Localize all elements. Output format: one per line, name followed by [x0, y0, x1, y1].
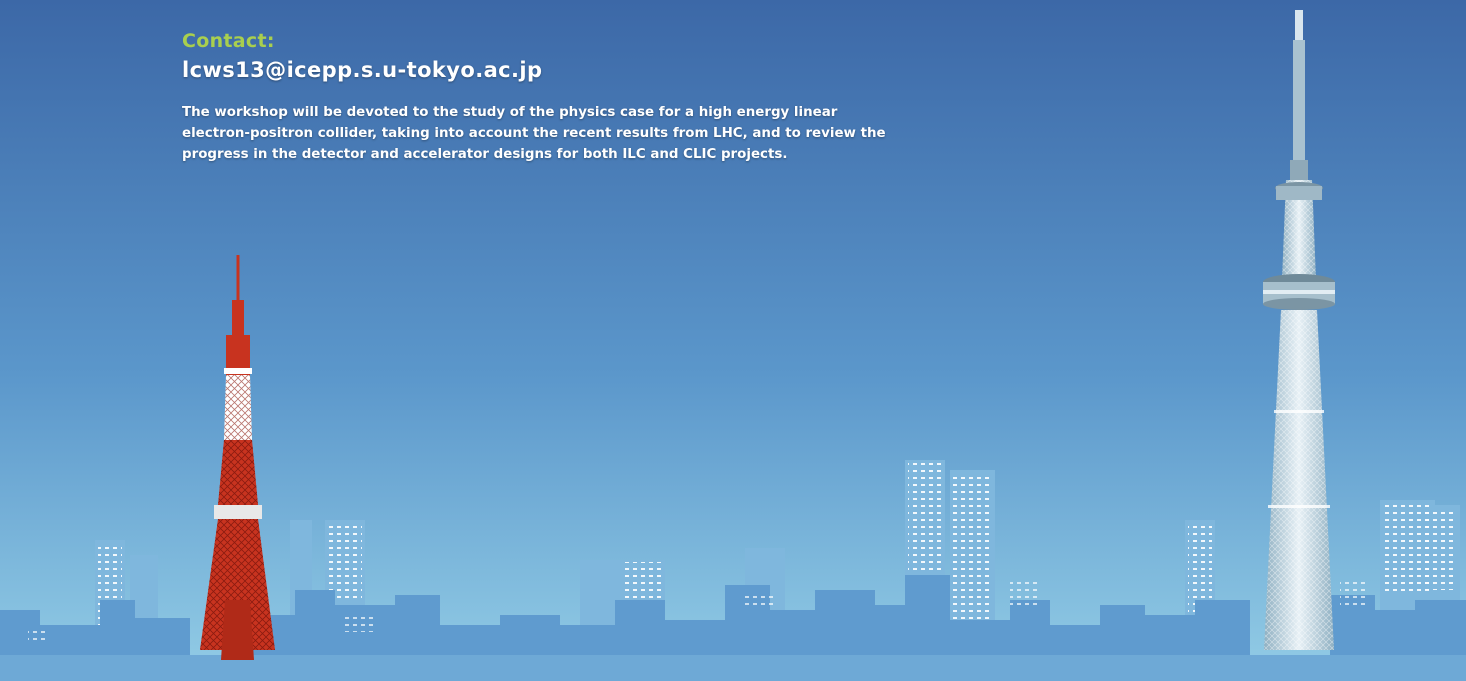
contact-label: Contact: [182, 30, 275, 52]
contact-email-link[interactable]: lcws13@icepp.s.u-tokyo.ac.jp [182, 58, 542, 82]
workshop-description: The workshop will be devoted to the stud… [182, 105, 886, 162]
info-panel: Contact: lcws13@icepp.s.u-tokyo.ac.jp Th… [182, 30, 902, 165]
